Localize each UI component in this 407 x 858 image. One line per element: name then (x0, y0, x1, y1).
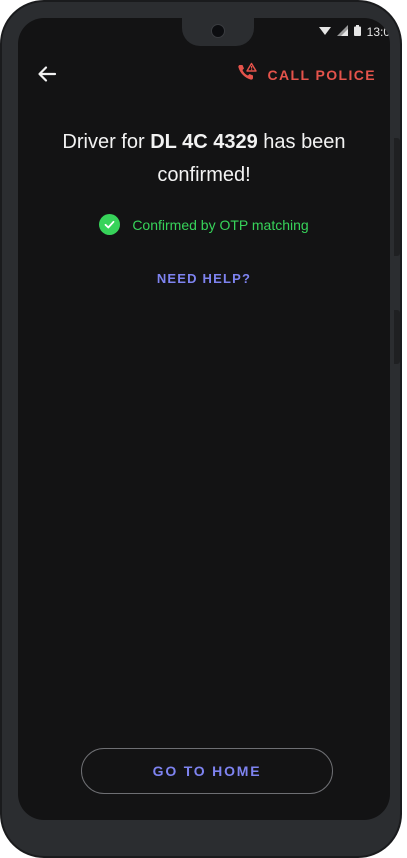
power-button (394, 310, 400, 364)
phone-frame: 13:0 CALL POLICE Driver for DL 4C 4329 h… (0, 0, 402, 858)
notch (182, 18, 254, 46)
camera-icon (211, 24, 225, 38)
wifi-icon (318, 25, 331, 39)
screen: 13:0 CALL POLICE Driver for DL 4C 4329 h… (18, 18, 390, 820)
back-arrow-icon[interactable] (36, 63, 58, 85)
headline-prefix: Driver for (62, 131, 151, 153)
battery-icon (353, 25, 361, 39)
check-circle-icon (99, 214, 121, 235)
vehicle-plate: DL 4C 4329 (150, 131, 258, 153)
go-to-home-button[interactable]: GO TO HOME (81, 748, 333, 794)
phone-alert-icon (236, 62, 258, 87)
call-police-button[interactable]: CALL POLICE (236, 62, 376, 87)
status-time: 13:0 (366, 25, 390, 39)
signal-icon (336, 25, 348, 39)
volume-button (394, 138, 400, 256)
confirmation-method: Confirmed by OTP matching (18, 214, 390, 235)
confirmation-headline: Driver for DL 4C 4329 has been confirmed… (38, 126, 370, 192)
call-police-label: CALL POLICE (267, 66, 376, 83)
need-help-link[interactable]: NEED HELP? (18, 271, 390, 286)
status-bar: 13:0 (318, 22, 390, 42)
confirmation-method-text: Confirmed by OTP matching (132, 216, 309, 233)
